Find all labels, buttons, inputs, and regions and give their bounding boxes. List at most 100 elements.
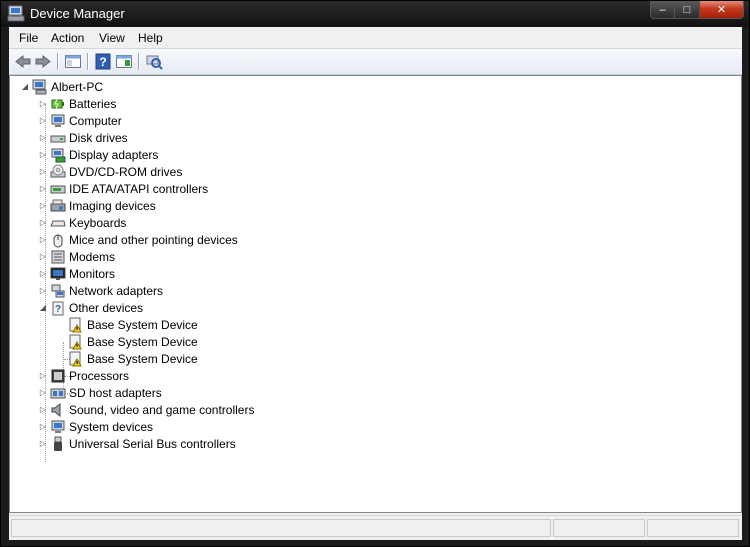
battery-icon <box>51 98 64 109</box>
expand-arrow-icon[interactable]: ▷ <box>38 218 48 228</box>
expand-arrow-icon[interactable]: ▷ <box>38 167 48 177</box>
mouse-icon <box>53 234 63 247</box>
tree-item-mice[interactable]: ▷ Mice and other pointing devices <box>38 231 238 248</box>
close-icon: ✕ <box>716 4 727 16</box>
properties-pane-icon[interactable] <box>115 53 133 70</box>
collapse-arrow-icon[interactable]: ◢ <box>38 303 48 313</box>
expand-arrow-icon[interactable]: ▷ <box>38 184 48 194</box>
monitor-icon <box>50 267 66 280</box>
window-title: Device Manager <box>30 6 125 21</box>
expand-arrow-icon[interactable]: ▷ <box>38 201 48 211</box>
tree-child-base-system-device[interactable]: Base System Device <box>68 316 198 333</box>
other-devices-icon: ? <box>52 301 64 315</box>
device-manager-icon <box>7 5 25 22</box>
expand-arrow-icon[interactable]: ▷ <box>38 388 48 398</box>
keyboard-icon <box>50 220 66 226</box>
computer-icon <box>32 79 47 94</box>
display-adapter-icon <box>51 148 66 162</box>
tree-child-base-system-device[interactable]: Base System Device <box>68 333 198 350</box>
tree-item-label: Base System Device <box>87 334 198 349</box>
menu-help[interactable]: Help <box>138 31 163 45</box>
menu-action[interactable]: Action <box>51 31 84 45</box>
expand-arrow-icon[interactable]: ▷ <box>38 439 48 449</box>
expand-arrow-icon[interactable]: ▷ <box>38 252 48 262</box>
menu-bar: File Action View Help <box>9 27 742 49</box>
tree-item-monitors[interactable]: ▷ Monitors <box>38 265 115 282</box>
tree-item-label: IDE ATA/ATAPI controllers <box>69 181 209 196</box>
expand-arrow-icon[interactable]: ▷ <box>38 405 48 415</box>
scan-hardware-changes-icon[interactable] <box>145 53 163 70</box>
expand-arrow-icon[interactable]: ▷ <box>38 371 48 381</box>
processor-icon <box>51 369 65 382</box>
tree-item-label: Computer <box>69 113 122 128</box>
tree-item-dvd-drives[interactable]: ▷ DVD/CD-ROM drives <box>38 163 182 180</box>
tree-item-ide-controllers[interactable]: ▷ IDE ATA/ATAPI controllers <box>38 180 208 197</box>
tree-child-base-system-device[interactable]: Base System Device <box>68 350 198 367</box>
ide-controller-icon <box>50 185 66 193</box>
system-device-icon <box>51 420 65 433</box>
expand-arrow-icon[interactable]: ▷ <box>38 150 48 160</box>
status-bar <box>9 515 742 540</box>
vertical-scroll-area[interactable] <box>729 76 741 512</box>
expand-arrow-icon[interactable]: ▷ <box>38 235 48 245</box>
maximize-icon: □ <box>683 3 691 16</box>
tree-item-system-devices[interactable]: ▷ System devices <box>38 418 153 435</box>
tree-item-label: Batteries <box>69 96 117 111</box>
tree-item-label: Display adapters <box>69 147 159 162</box>
expand-arrow-icon[interactable]: ▷ <box>38 422 48 432</box>
forward-icon[interactable] <box>34 53 52 70</box>
disk-drive-icon <box>50 135 66 142</box>
toolbar: ? <box>9 49 742 75</box>
tree-item-sound-controllers[interactable]: ▷ Sound, video and game controllers <box>38 401 254 418</box>
sound-icon <box>51 402 61 417</box>
warning-device-icon <box>69 334 82 349</box>
expand-arrow-icon[interactable]: ▷ <box>38 133 48 143</box>
tree-item-imaging-devices[interactable]: ▷ Imaging devices <box>38 197 156 214</box>
tree-item-disk-drives[interactable]: ▷ Disk drives <box>38 129 128 146</box>
tree-root[interactable]: ◢ Albert-PC <box>20 78 103 95</box>
tree-item-processors[interactable]: ▷ Processors <box>38 367 129 384</box>
tree-item-label: Modems <box>69 249 116 264</box>
tree-item-label: Monitors <box>69 266 116 281</box>
warning-device-icon <box>69 317 82 332</box>
expand-arrow-icon[interactable]: ▷ <box>38 286 48 296</box>
title-bar[interactable]: Device Manager – □ ✕ <box>1 1 749 27</box>
expand-arrow-icon[interactable]: ▷ <box>38 116 48 126</box>
tree-item-label: Sound, video and game controllers <box>69 402 255 417</box>
tree-item-label: Network adapters <box>69 283 164 298</box>
device-manager-window: Device Manager – □ ✕ File Action View He… <box>0 0 750 547</box>
tree-item-network-adapters[interactable]: ▷ Network adapters <box>38 282 163 299</box>
sd-host-icon <box>50 388 66 398</box>
tree-item-modems[interactable]: ▷ Modems <box>38 248 115 265</box>
tree-item-computer[interactable]: ▷ Computer <box>38 112 122 129</box>
collapse-arrow-icon[interactable]: ◢ <box>20 82 30 92</box>
tree-item-label: DVD/CD-ROM drives <box>69 164 183 179</box>
minimize-button[interactable]: – <box>650 1 675 19</box>
status-cell-main <box>11 519 551 537</box>
tree-item-label: System devices <box>69 419 154 434</box>
svg-text:?: ? <box>99 55 106 69</box>
expand-arrow-icon[interactable]: ▷ <box>38 99 48 109</box>
help-icon[interactable]: ? <box>94 53 112 70</box>
back-icon[interactable] <box>14 53 32 70</box>
expand-arrow-icon[interactable]: ▷ <box>38 269 48 279</box>
menu-file[interactable]: File <box>19 31 38 45</box>
warning-device-icon <box>69 351 82 366</box>
tree-item-keyboards[interactable]: ▷ Keyboards <box>38 214 126 231</box>
close-button[interactable]: ✕ <box>700 1 744 19</box>
maximize-button[interactable]: □ <box>675 1 700 19</box>
show-hide-console-tree-icon[interactable] <box>64 53 82 70</box>
tree-item-label: Other devices <box>69 300 144 315</box>
modem-icon <box>51 250 65 263</box>
tree-item-display-adapters[interactable]: ▷ Display adapters <box>38 146 158 163</box>
tree-item-batteries[interactable]: ▷ Batteries <box>38 95 116 112</box>
tree-item-other-devices[interactable]: ◢ ? Other devices <box>38 299 143 316</box>
device-tree[interactable]: ◢ Albert-PC ▷ Batteries ▷ Computer ▷ Dis… <box>9 75 742 513</box>
tree-item-label: Keyboards <box>69 215 127 230</box>
client-area: File Action View Help ? ◢ Albert-PC ▷ Ba… <box>9 27 742 540</box>
tree-item-sd-host-adapters[interactable]: ▷ SD host adapters <box>38 384 162 401</box>
menu-view[interactable]: View <box>99 31 125 45</box>
tree-item-usb-controllers[interactable]: ▷ Universal Serial Bus controllers <box>38 435 236 452</box>
tree-item-label: Universal Serial Bus controllers <box>69 436 236 451</box>
svg-text:?: ? <box>55 304 61 315</box>
